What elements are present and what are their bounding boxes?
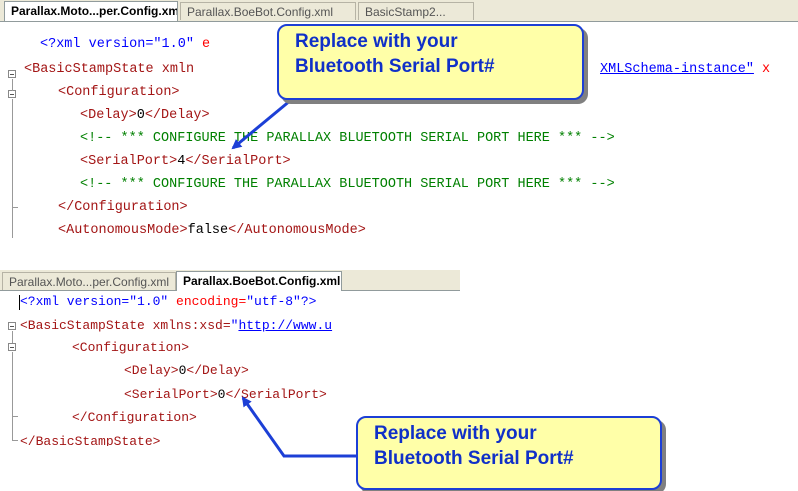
callout-replace-serial-port-top: Replace with your Bluetooth Serial Port#: [277, 24, 584, 100]
tab-boebot-config[interactable]: Parallax.BoeBot.Config.xml: [176, 271, 342, 291]
fold-end-marker: [12, 207, 18, 208]
code-token: <AutonomousMode>: [58, 223, 188, 238]
tab-bar: Parallax.Moto...per.Config.xml Parallax.…: [0, 0, 798, 22]
fold-end-marker: [12, 440, 18, 441]
code-token: </Delay>: [144, 108, 210, 123]
code-token: <?xml version=: [20, 294, 130, 309]
code-token: e: [193, 37, 211, 52]
code-line-6: </Configuration>: [72, 407, 197, 428]
code-token: <Configuration>: [58, 85, 180, 100]
code-token: </Configuration>: [72, 410, 197, 425]
code-token: <BasicStampState xmln: [24, 62, 195, 77]
code-token: <SerialPort>: [80, 154, 178, 169]
code-token: </SerialPort>: [185, 154, 291, 169]
code-token: </Configuration>: [58, 200, 188, 215]
code-line-1: <?xml version="1.0" encoding="utf-8"?>: [20, 291, 316, 312]
code-comment: <!-- *** CONFIGURE THE PARALLAX BLUETOOT…: [80, 131, 615, 146]
code-line-1: <?xml version="1.0" e: [40, 34, 210, 56]
code-line-5: <!-- *** CONFIGURE THE PARALLAX BLUETOOT…: [80, 128, 615, 150]
callout-replace-serial-port-bottom: Replace with your Bluetooth Serial Port#: [356, 416, 662, 490]
callout-line-1: Replace with your: [374, 423, 537, 444]
code-token: ?>: [300, 294, 317, 309]
code-token: </BasicStampState>: [20, 434, 161, 446]
code-token: http://www.u: [238, 318, 333, 333]
tab-boebot-config[interactable]: Parallax.BoeBot.Config.xml: [180, 2, 356, 20]
code-token: encoding=: [168, 294, 247, 309]
fold-line: [12, 79, 13, 91]
fold-line: [12, 352, 13, 440]
code-token: XMLSchema-instance": [600, 62, 754, 77]
code-token: <SerialPort>: [124, 387, 218, 402]
code-token: <BasicStampState xmlns:xsd=: [20, 318, 231, 333]
tab-motor-config[interactable]: Parallax.Moto...per.Config.xml: [4, 1, 178, 21]
code-token: x: [753, 62, 771, 77]
fold-toggle-configuration[interactable]: [8, 343, 16, 351]
callout-line-1: Replace with your: [295, 31, 458, 52]
code-token: <Delay>: [80, 108, 137, 123]
code-token: false: [187, 223, 229, 238]
code-token: </Delay>: [186, 363, 249, 378]
code-token: <Delay>: [124, 363, 179, 378]
fold-toggle-configuration[interactable]: [8, 90, 16, 98]
code-line-2: <BasicStampState xmln: [24, 59, 194, 81]
callout-line-2: Bluetooth Serial Port#: [295, 56, 495, 77]
code-token: "utf-8": [246, 294, 301, 309]
code-line-3: <Configuration>: [72, 337, 189, 358]
code-token: <?xml version=: [40, 37, 154, 52]
code-line-7: </BasicStampState>: [20, 431, 160, 446]
fold-gutter: [0, 22, 22, 238]
code-token: "1.0": [153, 37, 194, 52]
fold-toggle-basicstampstate[interactable]: [8, 322, 16, 330]
fold-toggle-basicstampstate[interactable]: [8, 70, 16, 78]
code-token: "1.0": [129, 294, 169, 309]
tab-basicstamp[interactable]: BasicStamp2...: [358, 2, 474, 20]
tab-bar: Parallax.Moto...per.Config.xml Parallax.…: [0, 270, 460, 291]
code-line-2: <BasicStampState xmlns:xsd="http://www.u: [20, 315, 332, 336]
code-line-5: <SerialPort>0</SerialPort>: [124, 384, 327, 405]
code-line-8: </Configuration>: [58, 197, 188, 219]
code-token: </AutonomousMode>: [228, 223, 366, 238]
callout-line-2: Bluetooth Serial Port#: [374, 448, 574, 469]
code-line-9: <AutonomousMode>false</AutonomousMode>: [58, 220, 366, 238]
code-line-3: <Configuration>: [58, 82, 180, 104]
fold-line: [12, 99, 13, 238]
fold-line: [12, 331, 13, 343]
code-line-2-tail: XMLSchema-instance" x: [600, 59, 770, 81]
code-line-4: <Delay>0</Delay>: [80, 105, 210, 127]
code-line-4: <Delay>0</Delay>: [124, 360, 249, 381]
code-comment: <!-- *** CONFIGURE THE PARALLAX BLUETOOT…: [80, 177, 615, 192]
tab-motor-config[interactable]: Parallax.Moto...per.Config.xml: [2, 272, 176, 290]
code-line-7: <!-- *** CONFIGURE THE PARALLAX BLUETOOT…: [80, 174, 615, 196]
code-token: </SerialPort>: [225, 387, 327, 402]
code-token: 0: [136, 108, 145, 123]
fold-end-marker: [12, 416, 18, 417]
code-line-6: <SerialPort>4</SerialPort>: [80, 151, 291, 173]
code-token: <Configuration>: [72, 340, 190, 355]
